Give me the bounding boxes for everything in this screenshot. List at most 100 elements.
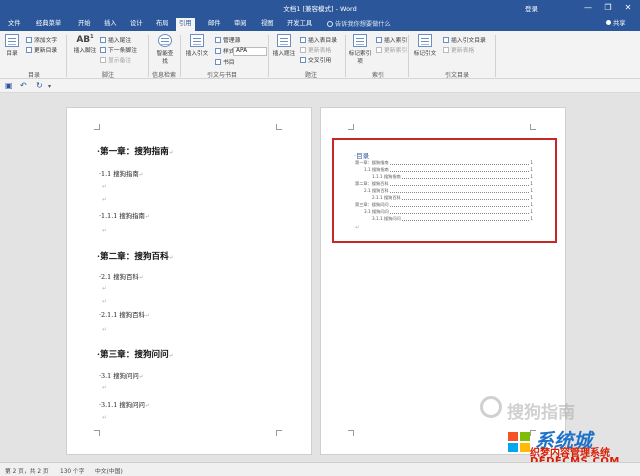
save-icon[interactable]: ▣: [5, 81, 13, 90]
update-toc-button[interactable]: 更新目录: [26, 45, 57, 54]
insert-index-button[interactable]: 插入索引: [376, 35, 407, 44]
cross-reference-label: 交叉引用: [308, 58, 332, 64]
update-toa-button[interactable]: 更新表格: [443, 45, 474, 54]
page-count[interactable]: 第 2 页，共 2 页: [5, 466, 49, 475]
quick-access-toolbar: ▣ ↶ ↻ ▾: [0, 79, 640, 93]
insert-index-label: 插入索引: [384, 38, 408, 44]
login-link[interactable]: 登录: [525, 3, 538, 13]
insert-toa-button[interactable]: 插入引文目录: [443, 35, 486, 44]
add-text-icon: [26, 37, 32, 43]
tab-insert[interactable]: 插入: [101, 18, 120, 31]
share-button[interactable]: 共享: [606, 18, 626, 27]
tab-home[interactable]: 开始: [75, 18, 94, 31]
add-text-button[interactable]: 添加文字: [26, 35, 57, 44]
update-index-button[interactable]: 更新索引: [376, 45, 407, 54]
insert-footnote-label: 插入脚注: [73, 48, 97, 54]
sogou-watermark-text: 搜狗指南: [507, 403, 575, 423]
tab-view[interactable]: 视图: [258, 18, 277, 31]
share-label: 共享: [613, 20, 626, 27]
toc-entry[interactable]: 3.1 搜狗问问 1: [364, 209, 533, 214]
group-separator: [268, 35, 269, 77]
mark-entry-button[interactable]: 标记索引项: [348, 34, 372, 65]
group-label-toc: 目录: [28, 72, 41, 79]
insert-table-of-figures-button[interactable]: 插入表目录: [300, 35, 337, 44]
style-icon: [215, 48, 221, 54]
paragraph-mark: ↵: [102, 183, 108, 190]
tab-review[interactable]: 审阅: [231, 18, 250, 31]
tab-classic-menu[interactable]: 经典菜单: [33, 18, 64, 31]
citation-style-select[interactable]: APA: [233, 47, 267, 56]
manage-sources-label: 管理源: [223, 38, 241, 44]
redo-icon[interactable]: ↻: [36, 81, 43, 90]
smart-lookup-label: 智能查找: [156, 51, 174, 65]
tab-mailings[interactable]: 邮件: [205, 18, 224, 31]
tab-developer[interactable]: 开发工具: [284, 18, 315, 31]
page-corner-mark: [530, 124, 536, 130]
customize-qat-icon[interactable]: ▾: [48, 83, 51, 90]
update-table-button[interactable]: 更新表格: [300, 45, 331, 54]
toc-entry[interactable]: 2.1.1 搜狗百科 1: [372, 195, 533, 200]
table-of-figures-icon: [300, 37, 306, 43]
toc-entry[interactable]: 第一章：搜狗指南 1: [355, 160, 533, 165]
toc-button[interactable]: 目录: [5, 34, 19, 57]
restore-button[interactable]: ❐: [600, 0, 616, 16]
toc-entry[interactable]: 1.1 搜狗指南 1: [364, 167, 533, 172]
insert-caption-button[interactable]: 插入题注: [271, 34, 297, 57]
paragraph-mark: ↵: [102, 196, 108, 203]
group-separator: [148, 35, 149, 77]
tab-file[interactable]: 文件: [5, 18, 24, 31]
tab-references[interactable]: 引用: [176, 18, 195, 31]
language-indicator[interactable]: 中文(中国): [95, 466, 123, 475]
update-index-label: 更新索引: [384, 48, 408, 54]
tell-me-box[interactable]: 告诉我你想要做什么: [327, 19, 391, 28]
toc-entry[interactable]: 第三章：搜狗问问 1: [355, 202, 533, 207]
toc-entry[interactable]: 2.1 搜狗百科 1: [364, 188, 533, 193]
insert-citation-label: 插入引文: [185, 51, 209, 57]
insert-endnote-button[interactable]: 插入尾注: [100, 35, 131, 44]
group-label-authorities: 引文目录: [445, 72, 470, 79]
insert-toa-label: 插入引文目录: [451, 38, 486, 44]
word-count[interactable]: 130 个字: [60, 466, 85, 475]
update-index-icon: [376, 47, 382, 53]
toc-entry[interactable]: 第二章：搜狗百科 1: [355, 181, 533, 186]
sogou-logo-icon: [480, 396, 502, 418]
paragraph-mark: ↵: [102, 227, 108, 234]
paragraph-mark: ↵: [355, 224, 361, 231]
toc-icon: [5, 34, 19, 47]
next-footnote-button[interactable]: 下一条脚注: [100, 45, 137, 54]
group-label-research: 信息检索: [152, 72, 177, 79]
person-icon: [606, 20, 611, 25]
title-bar: 文档1 [兼容模式] - Word 登录 — ❐ ✕: [0, 0, 640, 16]
paragraph-mark: ↵: [102, 298, 108, 305]
group-separator: [180, 35, 181, 77]
manage-sources-button[interactable]: 管理源: [215, 35, 240, 44]
insert-footnote-button[interactable]: AB1 插入脚注: [72, 34, 98, 54]
show-notes-icon: [100, 57, 106, 63]
update-toa-label: 更新表格: [451, 48, 475, 54]
tab-layout[interactable]: 布局: [153, 18, 172, 31]
undo-icon[interactable]: ↶: [20, 81, 27, 90]
toc-entry[interactable]: 3.1.1 搜狗问问 1: [372, 216, 533, 221]
paragraph-mark: ↵: [102, 326, 108, 333]
close-button[interactable]: ✕: [620, 0, 636, 16]
group-label-footnotes: 脚注: [102, 72, 115, 79]
endnote-icon: [100, 37, 106, 43]
minimize-button[interactable]: —: [580, 0, 596, 16]
bibliography-button[interactable]: 书目: [215, 57, 235, 66]
lightbulb-icon: [327, 21, 333, 27]
show-notes-button[interactable]: 显示备注: [100, 55, 131, 64]
toc-entry[interactable]: 1.1.1 搜狗指南 1: [372, 174, 533, 179]
show-notes-label: 显示备注: [108, 58, 132, 64]
mark-citation-button[interactable]: 标记引文: [411, 34, 439, 57]
cross-reference-button[interactable]: 交叉引用: [300, 55, 331, 64]
window-title: 文档1 [兼容模式] - Word: [283, 5, 357, 13]
tell-me-text: 告诉我你想要做什么: [335, 21, 391, 28]
smart-lookup-button[interactable]: 智能查找: [154, 34, 176, 65]
insert-citation-button[interactable]: 插入引文: [182, 34, 212, 57]
paragraph-mark: ↵: [102, 414, 108, 421]
heading-1: ·第二章：搜狗百科↵: [97, 252, 174, 262]
heading-2: ·2.1 搜狗百科↵: [99, 273, 144, 281]
caption-icon: [277, 34, 291, 47]
tab-design[interactable]: 设计: [127, 18, 146, 31]
manage-sources-icon: [215, 37, 221, 43]
